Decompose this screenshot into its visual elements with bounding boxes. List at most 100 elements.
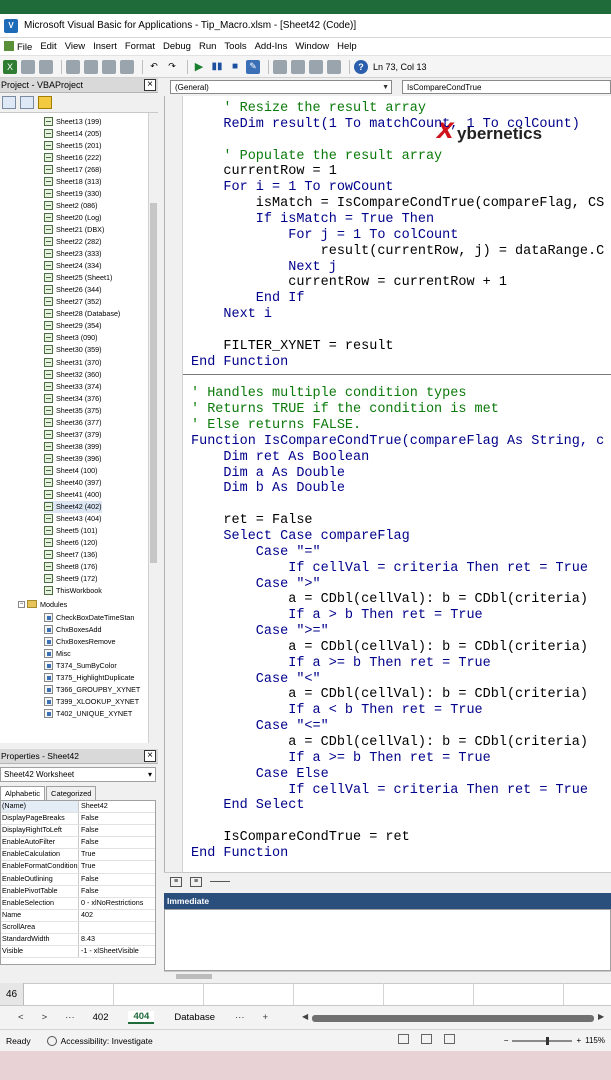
page-layout-icon[interactable] (421, 1034, 432, 1044)
accessibility-status[interactable]: Accessibility: Investigate (46, 1035, 153, 1046)
menu-window[interactable]: Window (295, 41, 335, 52)
property-value[interactable]: True (79, 861, 155, 872)
run-icon[interactable]: ▶ (192, 60, 206, 74)
toggle-folders-icon[interactable] (38, 96, 52, 109)
property-row[interactable]: DisplayRightToLeft False (1, 825, 155, 838)
menu-edit[interactable]: Edit (40, 41, 62, 52)
menu-addins[interactable]: Add-Ins (255, 41, 294, 52)
property-value[interactable] (79, 922, 155, 933)
more-sheets-icon[interactable]: ··· (235, 1012, 245, 1023)
full-module-view-icon[interactable]: ≡ (190, 876, 202, 887)
property-value[interactable]: False (79, 837, 155, 848)
tree-item-sheet[interactable]: Sheet31 (370) (44, 356, 102, 368)
tree-item-sheet[interactable]: Sheet32 (360) (44, 368, 102, 380)
tree-item-sheet[interactable]: Sheet36 (377) (44, 416, 102, 428)
sheet-tab-402[interactable]: 402 (93, 1012, 109, 1023)
zoom-slider[interactable] (512, 1036, 573, 1045)
scroll-right-icon[interactable]: ▶ (598, 1012, 604, 1021)
design-mode-icon[interactable]: ✎ (246, 59, 260, 74)
view-code-icon[interactable] (2, 96, 16, 109)
code-line[interactable]: currentRow = 1 (191, 164, 336, 180)
break-icon[interactable]: ▮▮ (210, 60, 224, 74)
code-line[interactable]: FILTER_XYNET = result (191, 339, 393, 355)
menu-format[interactable]: Format (125, 41, 161, 52)
property-value[interactable]: 8.43 (79, 934, 155, 945)
tree-item-sheet[interactable]: Sheet17 (268) (44, 163, 102, 175)
code-line[interactable]: Next i (191, 307, 272, 323)
property-value[interactable]: False (79, 825, 155, 836)
code-line[interactable]: IsCompareCondTrue = ret (191, 830, 409, 846)
cell[interactable] (204, 983, 294, 1005)
tree-item-module[interactable]: T374_SumByColor (44, 659, 117, 671)
tree-item-sheet[interactable]: Sheet21 (DBX) (44, 223, 104, 235)
insert-module-icon[interactable] (21, 59, 35, 74)
property-value[interactable]: False (79, 813, 155, 824)
project-scrollbar[interactable] (148, 113, 158, 743)
tree-item-sheet[interactable]: Sheet42 (402) (44, 500, 102, 513)
tree-item-module[interactable]: CheckBoxDateTimeStan (44, 611, 134, 623)
code-line[interactable]: Case "<=" (191, 719, 329, 735)
zoom-slider-thumb[interactable] (546, 1036, 550, 1045)
tree-item-sheet[interactable]: Sheet7 (136) (44, 549, 98, 561)
find-icon[interactable] (120, 59, 134, 74)
tree-item-sheet[interactable]: Sheet25 (Sheet1) (44, 272, 112, 284)
property-row[interactable]: Name 402 (1, 909, 155, 922)
sheet-tab-404[interactable]: 404 (128, 1011, 155, 1024)
property-row[interactable]: DisplayPageBreaks False (1, 813, 155, 826)
code-line[interactable]: isMatch = IsCompareCondTrue(compareFlag,… (191, 196, 604, 212)
property-row[interactable]: EnableOutlining False (1, 873, 155, 886)
tree-item-module[interactable]: ChxBoxesRemove (44, 635, 116, 647)
tree-item-sheet[interactable]: Sheet41 (400) (44, 489, 102, 501)
help-icon[interactable]: ? (354, 59, 368, 74)
code-line[interactable]: End Select (191, 798, 304, 814)
tree-item-module[interactable]: T375_HighlightDuplicate (44, 671, 134, 683)
property-row[interactable]: EnableFormatConditionsCalculationTrue (1, 861, 155, 874)
add-sheet-icon[interactable]: + (263, 1012, 269, 1023)
tree-item-sheet[interactable]: Sheet20 (Log) (44, 211, 102, 223)
tree-item-sheet[interactable]: Sheet4 (100) (44, 464, 98, 476)
normal-view-icon[interactable] (398, 1034, 409, 1044)
property-value[interactable]: 402 (79, 910, 155, 921)
tree-item-module[interactable]: T399_XLOOKUP_XYNET (44, 695, 139, 707)
property-row[interactable]: EnablePivotTable False (1, 885, 155, 898)
tree-item-sheet[interactable]: Sheet40 (397) (44, 477, 102, 489)
tree-item-module[interactable]: ChxBoxesAdd (44, 623, 102, 635)
tree-item-sheet[interactable]: Sheet5 (101) (44, 525, 98, 537)
excel-view-icon[interactable]: X (3, 59, 17, 74)
tree-item-sheet[interactable]: Sheet2 (086) (44, 199, 98, 211)
code-line[interactable]: Next j (191, 260, 337, 276)
code-line[interactable]: End Function (191, 846, 288, 862)
tab-alphabetic[interactable]: Alphabetic (0, 786, 46, 800)
tree-item-sheet[interactable]: Sheet18 (313) (44, 175, 102, 187)
code-line[interactable]: End Function (191, 355, 288, 371)
code-line[interactable]: ' Resize the result array (191, 101, 426, 117)
tree-item-sheet[interactable]: Sheet37 (379) (44, 428, 102, 440)
property-row[interactable]: StandardWidth 8.43 (1, 934, 155, 947)
code-line[interactable]: ReDim result(1 To matchCount, 1 To colCo… (191, 117, 579, 133)
properties-window-icon[interactable] (291, 59, 305, 74)
tree-item-sheet[interactable]: Sheet39 (396) (44, 452, 102, 464)
cell[interactable] (114, 983, 204, 1005)
code-line[interactable]: Case "<" (191, 672, 321, 688)
tree-item-sheet[interactable]: Sheet23 (333) (44, 248, 102, 260)
code-editor[interactable]: x ybernetics ' Resize the result array R… (164, 96, 611, 872)
code-line[interactable]: If cellVal = criteria Then ret = True (191, 561, 588, 577)
tree-folder-modules[interactable]: − Modules (18, 598, 67, 610)
tree-item-sheet[interactable]: ThisWorkbook (44, 585, 102, 597)
property-value[interactable]: True (79, 849, 155, 860)
cell[interactable] (24, 983, 114, 1005)
tree-item-sheet[interactable]: Sheet16 (222) (44, 151, 102, 163)
property-value[interactable]: 0 - xlNoRestrictions (79, 898, 155, 909)
copy-icon[interactable] (84, 59, 98, 74)
code-line[interactable]: result(currentRow, j) = dataRange.C (191, 244, 605, 260)
immediate-window[interactable] (164, 909, 611, 971)
code-line[interactable]: currentRow = currentRow + 1 (191, 275, 507, 291)
tree-item-sheet[interactable]: Sheet35 (375) (44, 404, 102, 416)
menu-debug[interactable]: Debug (163, 41, 197, 52)
code-line[interactable]: a = CDbl(cellVal): b = CDbl(criteria) (191, 735, 588, 751)
code-line[interactable]: Case ">=" (191, 624, 329, 640)
scrollbar-thumb[interactable] (150, 203, 157, 563)
toolbox-icon[interactable] (327, 59, 341, 74)
code-line[interactable]: ret = False (191, 513, 312, 529)
zoom-out-icon[interactable]: − (504, 1036, 509, 1045)
